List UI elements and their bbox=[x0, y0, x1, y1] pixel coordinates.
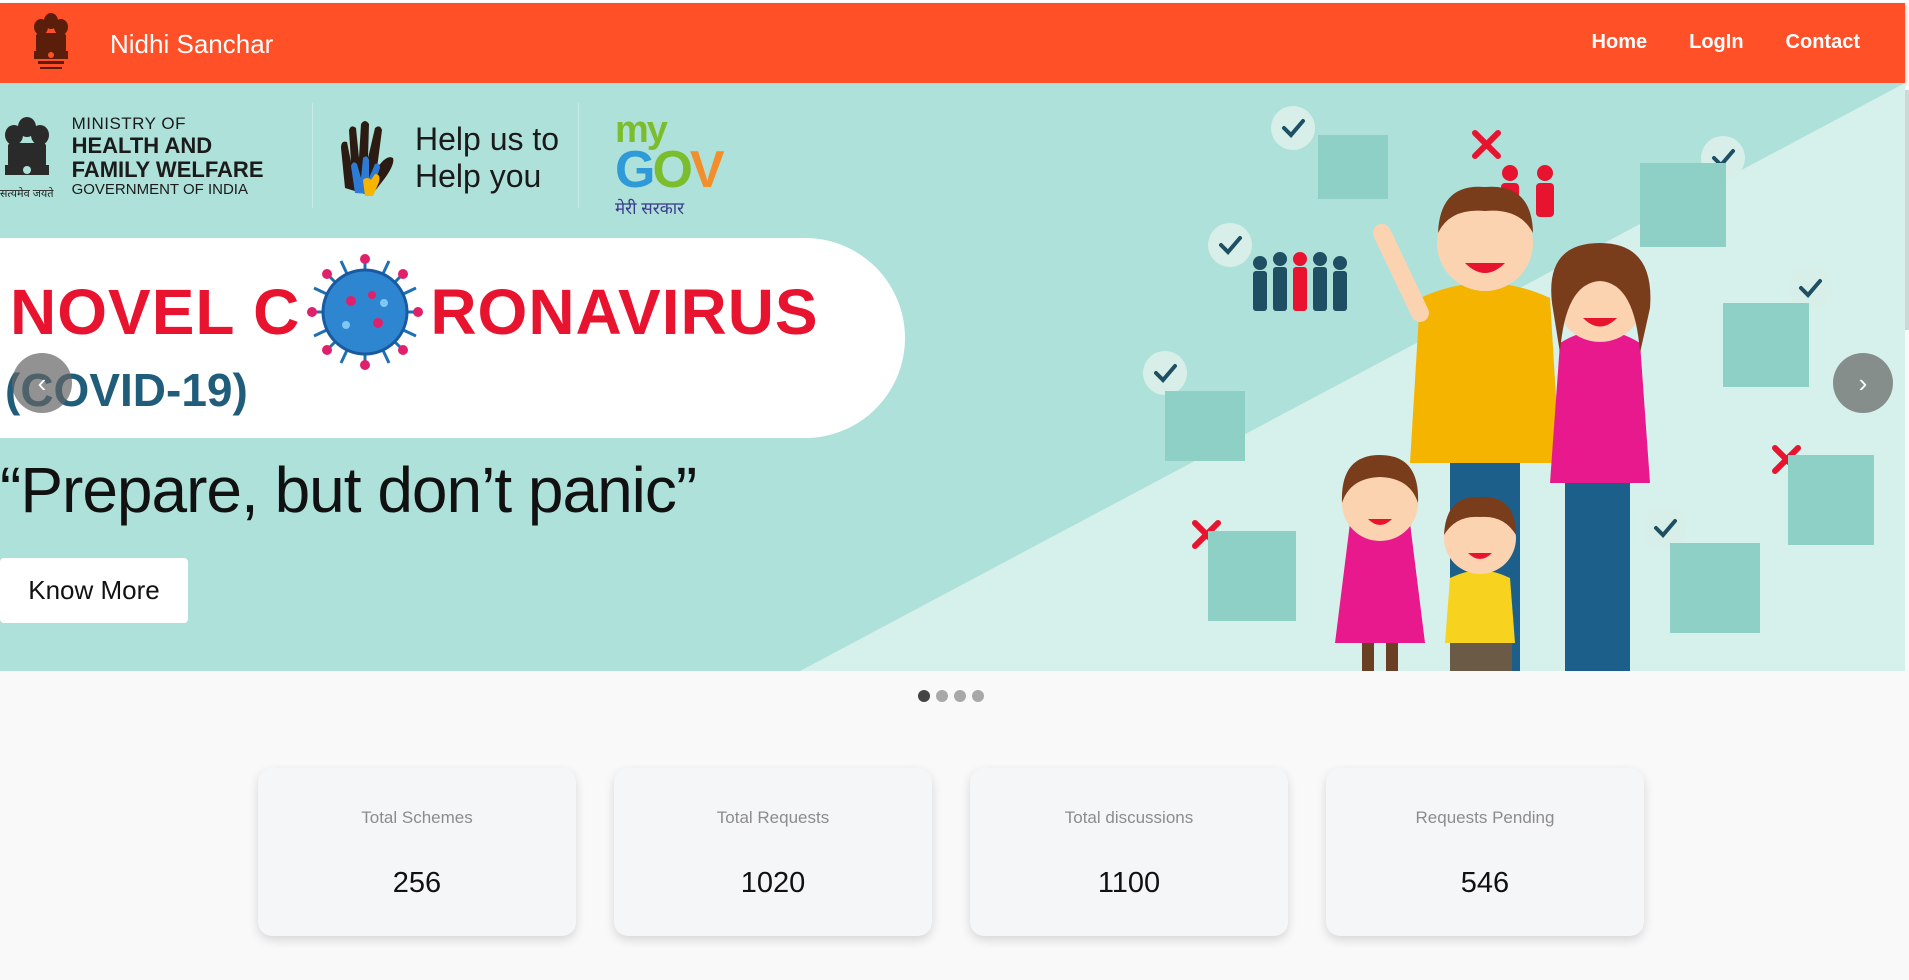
stat-value: 1020 bbox=[740, 867, 806, 899]
ministry-text: MINISTRY OF HEALTH AND FAMILY WELFARE GO… bbox=[71, 114, 264, 199]
logo-divider bbox=[578, 103, 579, 208]
stat-card-total-discussions: Total discussions 1100 bbox=[970, 768, 1288, 936]
ministry-line-1: MINISTRY OF bbox=[71, 114, 187, 133]
ministry-line-2: HEALTH AND bbox=[71, 132, 213, 158]
quote-text: “Prepare, but don’t panic” bbox=[0, 454, 697, 526]
nav-login-link[interactable]: LogIn bbox=[1689, 31, 1743, 54]
hero-carousel: सत्यमेव जयते MINISTRY OF HEALTH AND FAMI… bbox=[0, 83, 1905, 671]
stat-card-total-schemes: Total Schemes 256 bbox=[258, 768, 576, 936]
navbar: Nidhi Sanchar Home LogIn Contact bbox=[0, 3, 1905, 83]
carousel-indicator-1[interactable] bbox=[918, 690, 930, 702]
stat-label: Total discussions bbox=[1064, 808, 1194, 827]
ministry-emblem: सत्यमेव जयते bbox=[0, 115, 54, 201]
carousel-next-button[interactable]: › bbox=[1833, 353, 1893, 413]
stat-value: 546 bbox=[1460, 867, 1510, 899]
help-line-2: Help you bbox=[415, 158, 542, 194]
ministry-line-3: FAMILY WELFARE bbox=[71, 156, 264, 182]
stat-label: Total Schemes bbox=[361, 808, 473, 827]
help-line-1: Help us to bbox=[415, 121, 560, 158]
title-left: NOVEL C bbox=[10, 276, 301, 348]
scrollbar[interactable] bbox=[1905, 90, 1909, 330]
emblem-caption: सत्यमेव जयते bbox=[0, 188, 54, 200]
stat-card-total-requests: Total Requests 1020 bbox=[614, 768, 932, 936]
carousel-title: NOVEL C RONAVIRUS bbox=[10, 253, 819, 371]
national-emblem-icon[interactable] bbox=[30, 11, 72, 75]
family-illustration bbox=[1143, 106, 1874, 671]
coronavirus-icon bbox=[307, 254, 424, 370]
title-right: RONAVIRUS bbox=[430, 276, 819, 348]
help-us-logo: Help us to Help you bbox=[335, 118, 559, 198]
carousel-indicator-3[interactable] bbox=[954, 690, 966, 702]
stat-label: Total Requests bbox=[716, 808, 830, 827]
carousel-indicator-4[interactable] bbox=[972, 690, 984, 702]
stat-value: 1100 bbox=[1097, 867, 1161, 899]
ministry-logo: सत्यमेव जयते MINISTRY OF HEALTH AND FAMI… bbox=[0, 114, 264, 201]
know-more-button[interactable]: Know More bbox=[0, 558, 188, 623]
nav-contact-link[interactable]: Contact bbox=[1786, 31, 1860, 54]
mygov-g: G bbox=[615, 141, 655, 200]
carousel-indicator-2[interactable] bbox=[936, 690, 948, 702]
carousel-indicators bbox=[918, 690, 984, 702]
chevron-left-icon: ‹ bbox=[37, 367, 47, 398]
stat-label: Requests Pending bbox=[1415, 808, 1555, 827]
stats-cards: Total Schemes 256 Total Requests 1020 To… bbox=[258, 768, 1644, 936]
brand-title[interactable]: Nidhi Sanchar bbox=[110, 29, 273, 60]
mygov-hindi: मेरी सरकार bbox=[615, 198, 685, 218]
mygov-v: V bbox=[689, 141, 725, 200]
ministry-line-4: GOVERNMENT OF INDIA bbox=[71, 181, 248, 199]
mygov-logo: my GOV मेरी सरकार bbox=[615, 111, 730, 219]
mygov-o: O bbox=[652, 141, 692, 200]
chevron-right-icon: › bbox=[1858, 367, 1868, 398]
logo-divider bbox=[312, 103, 313, 208]
help-text: Help us to Help you bbox=[415, 121, 559, 195]
nav-home-link[interactable]: Home bbox=[1592, 31, 1648, 54]
stat-value: 256 bbox=[392, 867, 442, 899]
hands-icon bbox=[341, 121, 394, 196]
stat-card-requests-pending: Requests Pending 546 bbox=[1326, 768, 1644, 936]
banner-header-logos: सत्यमेव जयते MINISTRY OF HEALTH AND FAMI… bbox=[0, 103, 760, 218]
ashoka-emblem-icon bbox=[4, 117, 49, 175]
carousel-prev-button[interactable]: ‹ bbox=[12, 353, 72, 413]
mygov-gov: GOV bbox=[615, 144, 730, 196]
nav-links: Home LogIn Contact bbox=[1592, 31, 1860, 54]
